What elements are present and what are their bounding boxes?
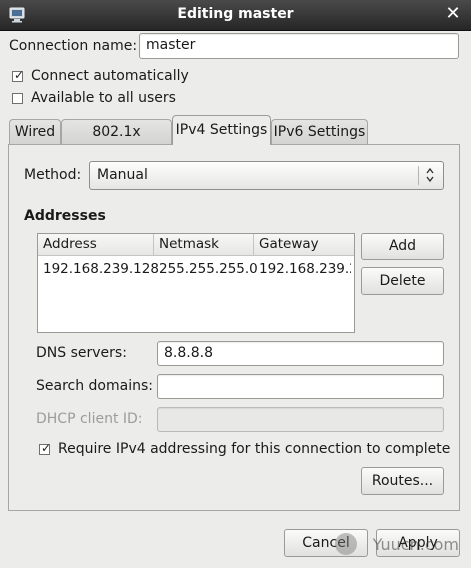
watermark-logo-icon [335,533,357,555]
require-ipv4-checkbox[interactable]: ✓ [39,441,52,455]
addresses-table[interactable]: Address Netmask Gateway 192.168.239.128 … [37,233,355,333]
watermark-text: Yuucn.com [372,535,459,554]
add-button[interactable]: Add [361,233,444,260]
dns-servers-input[interactable]: 8.8.8.8 [157,341,444,366]
column-header-netmask[interactable]: Netmask [154,234,254,256]
delete-button[interactable]: Delete [361,267,444,295]
method-value: Manual [97,167,148,183]
column-header-gateway[interactable]: Gateway [254,234,354,256]
method-label: Method: [24,167,82,183]
column-header-address[interactable]: Address [38,234,154,256]
gateway-cell: 192.168.239.2 [259,261,351,277]
search-domains-input[interactable] [157,374,444,399]
search-domains-label: Search domains: [36,378,153,394]
routes-button[interactable]: Routes... [361,467,444,495]
require-ipv4-label: Require IPv4 addressing for this connect… [58,441,451,457]
up-down-arrows-icon [426,167,434,183]
combo-separator [418,166,419,185]
dialog-window: Editing master ✕ Connection name: master… [0,0,471,568]
addresses-heading: Addresses [24,208,106,224]
netmask-cell: 255.255.255.0 [159,261,258,277]
dhcp-client-id-input[interactable] [157,407,444,432]
check-icon: ✓ [41,441,52,455]
dns-servers-label: DNS servers: [36,345,127,361]
dhcp-client-id-label: DHCP client ID: [36,411,143,427]
method-select[interactable]: Manual [89,161,444,190]
address-cell: 192.168.239.128 [43,261,159,277]
